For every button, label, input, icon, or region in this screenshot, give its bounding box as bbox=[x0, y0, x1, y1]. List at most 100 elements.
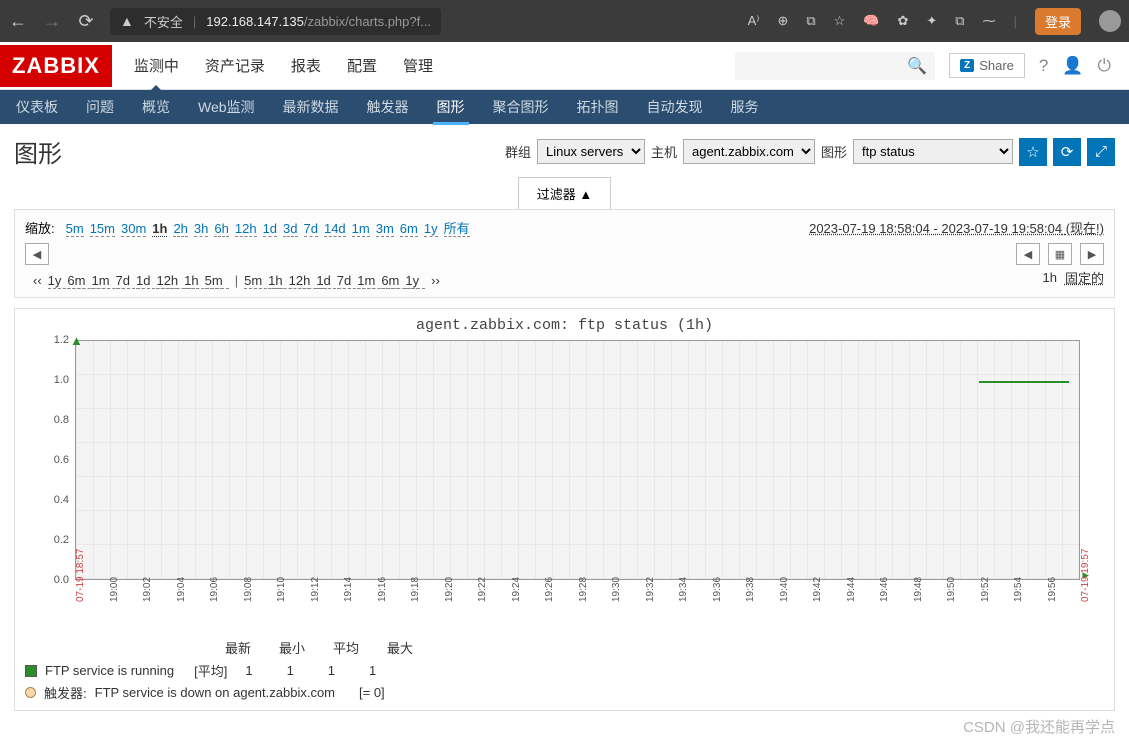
login-button[interactable]: 登录 bbox=[1035, 8, 1081, 35]
zoom-link[interactable]: 6h bbox=[214, 221, 228, 237]
nav-cal-button[interactable]: ▦ bbox=[1048, 243, 1072, 265]
nav-link[interactable]: 5m bbox=[205, 273, 223, 289]
nav-link[interactable]: 6m bbox=[381, 273, 399, 289]
nav-link[interactable]: 1d bbox=[316, 273, 330, 289]
nav-link[interactable]: 12h bbox=[156, 273, 178, 289]
nav-prev-button[interactable]: ◀ bbox=[25, 243, 49, 265]
zoom-link[interactable]: 30m bbox=[121, 221, 146, 237]
menu-item[interactable]: 资产记录 bbox=[203, 41, 267, 90]
timeline-panel: 缩放: 5m15m30m1h2h3h6h12h1d3d7d14d1m3m6m1y… bbox=[14, 209, 1115, 298]
submenu-item[interactable]: 仪表板 bbox=[12, 89, 62, 125]
zoom-link[interactable]: 1h bbox=[152, 221, 167, 237]
submenu-item[interactable]: 触发器 bbox=[363, 89, 413, 125]
submenu-item[interactable]: 自动发现 bbox=[643, 89, 707, 125]
back-button[interactable]: ← bbox=[8, 11, 28, 32]
fullscreen-button[interactable]: ⤢ bbox=[1087, 138, 1115, 166]
address-bar[interactable]: ▲ 不安全 | 192.168.147.135/zabbix/charts.ph… bbox=[110, 8, 441, 35]
brain-icon[interactable]: 🧠 bbox=[863, 13, 879, 29]
submenu-item[interactable]: 概览 bbox=[138, 89, 174, 125]
nav-link[interactable]: 1m bbox=[91, 273, 109, 289]
read-aloud-icon[interactable]: A⁾ bbox=[748, 13, 760, 29]
nav-link[interactable]: 7d bbox=[337, 273, 351, 289]
zoom-link[interactable]: 3h bbox=[194, 221, 208, 237]
graph-select[interactable]: ftp status bbox=[853, 139, 1013, 164]
zabbix-header: ZABBIX 监测中资产记录报表配置管理 🔍 ZShare ? 👤 ⏻ bbox=[0, 42, 1129, 90]
collections-icon[interactable]: ⧉ bbox=[806, 13, 815, 29]
zabbix-logo[interactable]: ZABBIX bbox=[0, 45, 112, 87]
menu-item[interactable]: 管理 bbox=[401, 41, 435, 90]
time-range[interactable]: 2023-07-19 18:58:04 - 2023-07-19 19:58:0… bbox=[809, 218, 1104, 237]
nav-next-button[interactable]: ▶ bbox=[1080, 243, 1104, 265]
legend-series-name: FTP service is running bbox=[45, 663, 174, 678]
extensions-icon[interactable]: ✿ bbox=[897, 13, 908, 29]
submenu-item[interactable]: 拓扑图 bbox=[573, 89, 623, 125]
heartbeat-icon[interactable]: ⁓ bbox=[983, 13, 996, 29]
group-select[interactable]: Linux servers bbox=[537, 139, 645, 164]
nav-link[interactable]: 1h bbox=[268, 273, 282, 289]
trigger-label: 触发器: bbox=[44, 683, 87, 702]
nav-first-button[interactable]: ◀ bbox=[1016, 243, 1040, 265]
nav-link[interactable]: 6m bbox=[67, 273, 85, 289]
zoom-link[interactable]: 所有 bbox=[444, 221, 470, 237]
tabs-icon[interactable]: ⧉ bbox=[955, 13, 964, 29]
zoom-link[interactable]: 1m bbox=[352, 221, 370, 237]
menu-item[interactable]: 配置 bbox=[345, 41, 379, 90]
nav-link[interactable]: 1m bbox=[357, 273, 375, 289]
refresh-graph-button[interactable]: ⟳ bbox=[1053, 138, 1081, 166]
favorites-bar-icon[interactable]: ✦ bbox=[926, 13, 937, 29]
insecure-label: 不安全 bbox=[144, 12, 183, 31]
submenu-item[interactable]: 图形 bbox=[433, 89, 469, 125]
favorite-icon[interactable]: ☆ bbox=[834, 13, 846, 29]
zoom-link[interactable]: 3d bbox=[283, 221, 297, 237]
nav-link[interactable]: 12h bbox=[289, 273, 311, 289]
chart-container: agent.zabbix.com: ftp status (1h) ▲ ▸ 0.… bbox=[14, 308, 1115, 711]
graph-label: 图形 bbox=[821, 142, 847, 161]
search-icon: 🔍 bbox=[907, 56, 927, 76]
submenu-item[interactable]: 最新数据 bbox=[279, 89, 343, 125]
submenu-item[interactable]: 服务 bbox=[727, 89, 763, 125]
filter-toggle[interactable]: 过滤器 ▲ bbox=[518, 177, 611, 209]
zoom-link[interactable]: 2h bbox=[173, 221, 187, 237]
zoom-link[interactable]: 1y bbox=[424, 221, 438, 237]
menu-item[interactable]: 监测中 bbox=[132, 41, 181, 90]
zoom-link[interactable]: 1d bbox=[263, 221, 277, 237]
submenu-item[interactable]: 问题 bbox=[82, 89, 118, 125]
zoom-link[interactable]: 5m bbox=[66, 221, 84, 237]
refresh-button[interactable]: ⟳ bbox=[76, 11, 96, 32]
sub-menu: 仪表板问题概览 Web监测最新数据触发器图形聚合图形拓扑图自动发现服务 bbox=[0, 90, 1129, 124]
group-label: 群组 bbox=[505, 142, 531, 161]
zoom-link[interactable]: 6m bbox=[400, 221, 418, 237]
plot-area[interactable]: ▲ ▸ bbox=[75, 340, 1080, 580]
zoom-icon[interactable]: ⊕ bbox=[777, 13, 788, 29]
zoom-link[interactable]: 7d bbox=[304, 221, 318, 237]
zoom-link[interactable]: 14d bbox=[324, 221, 346, 237]
nav-back-links: ‹‹1y6m1m7d1d12h1h5m | 5m1h12h1d7d1m6m1y›… bbox=[33, 273, 440, 289]
legend-func: [平均] bbox=[194, 661, 227, 680]
fixed-label[interactable]: 固定的 bbox=[1065, 268, 1104, 287]
search-input[interactable]: 🔍 bbox=[735, 52, 935, 80]
y-axis: 0.00.20.40.60.81.01.2 bbox=[37, 340, 71, 580]
y-axis-arrow-icon: ▲ bbox=[70, 333, 83, 348]
forward-button[interactable]: → bbox=[42, 11, 62, 32]
help-icon[interactable]: ? bbox=[1039, 56, 1048, 76]
logout-icon[interactable]: ⏻ bbox=[1098, 56, 1111, 76]
submenu-item[interactable]: Web监测 bbox=[194, 89, 259, 125]
host-select[interactable]: agent.zabbix.com bbox=[683, 139, 815, 164]
share-button[interactable]: ZShare bbox=[949, 53, 1025, 78]
submenu-item[interactable]: 聚合图形 bbox=[489, 89, 553, 125]
x-axis: 07-19 18:5719:0019:0219:0419:0619:0819:1… bbox=[75, 584, 1080, 624]
nav-link[interactable]: 1h bbox=[184, 273, 198, 289]
zoom-link[interactable]: 3m bbox=[376, 221, 394, 237]
trigger-swatch-icon bbox=[25, 687, 36, 698]
avatar-icon[interactable] bbox=[1099, 10, 1121, 32]
zoom-link[interactable]: 12h bbox=[235, 221, 257, 237]
nav-link[interactable]: 5m bbox=[244, 273, 262, 289]
favorite-button[interactable]: ☆ bbox=[1019, 138, 1047, 166]
nav-link[interactable]: 1d bbox=[136, 273, 150, 289]
nav-link[interactable]: 1y bbox=[405, 273, 419, 289]
nav-link[interactable]: 1y bbox=[48, 273, 62, 289]
zoom-link[interactable]: 15m bbox=[90, 221, 115, 237]
user-icon[interactable]: 👤 bbox=[1062, 56, 1083, 76]
nav-link[interactable]: 7d bbox=[116, 273, 130, 289]
menu-item[interactable]: 报表 bbox=[289, 41, 323, 90]
